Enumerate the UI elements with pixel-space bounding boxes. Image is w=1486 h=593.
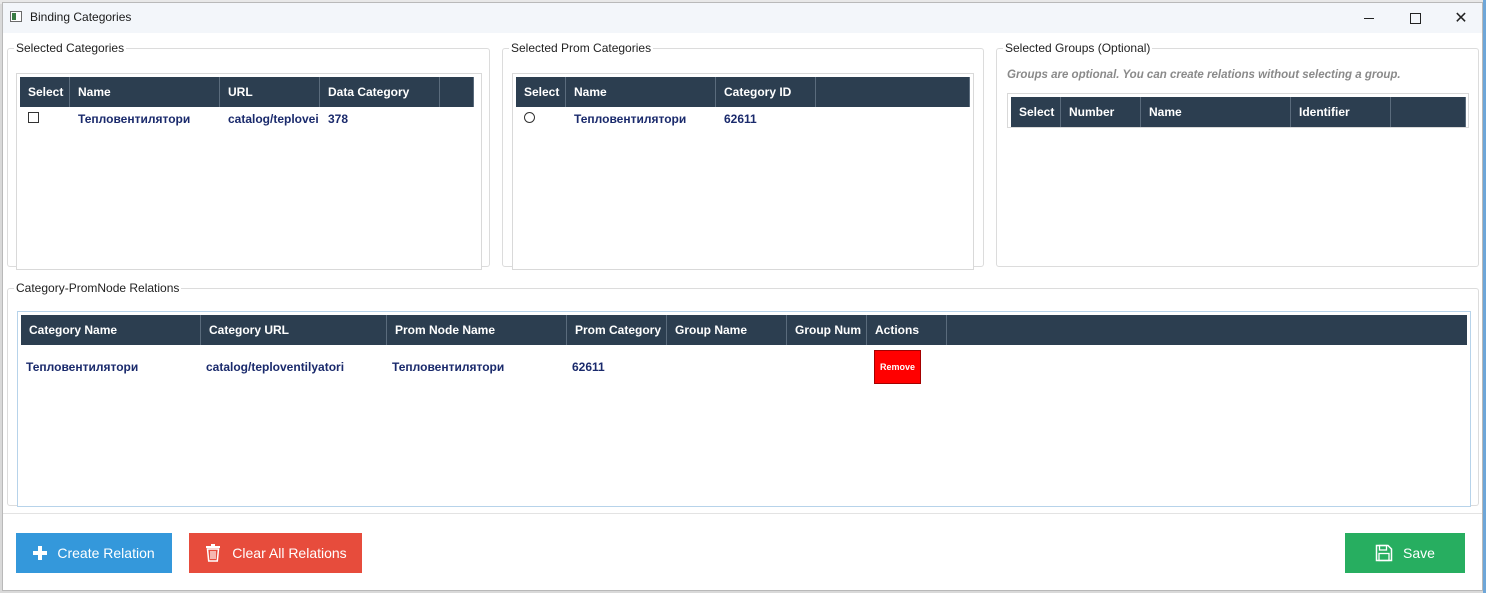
table-row[interactable]: Тепловентилятори catalog/teploventilyato… [18,349,944,385]
column-header-filler [947,315,1467,345]
footer-divider [3,513,1482,514]
selected-categories-legend: Selected Categories [16,41,125,55]
select-radio[interactable] [524,112,535,123]
column-header-category-name[interactable]: Category Name [21,315,201,345]
category-url-cell: catalog/teploventilyatori [206,360,345,374]
clear-all-relations-label: Clear All Relations [232,545,347,561]
clear-all-relations-button[interactable]: Clear All Relations [189,533,362,573]
remove-button[interactable]: Remove [874,350,921,384]
binding-categories-window: Binding Categories ✕ Selected Categories… [2,2,1483,591]
category-name-cell: Тепловентилятори [26,360,139,374]
title-bar: Binding Categories ✕ [3,3,1482,33]
column-header-filler [440,77,474,107]
url-cell: catalog/teplovei [228,112,319,126]
window-icon [10,11,22,22]
selected-groups-legend: Selected Groups (Optional) [1005,41,1151,55]
selected-categories-header: Select Name URL Data Category [20,77,474,107]
window-title: Binding Categories [30,10,132,24]
column-header-name[interactable]: Name [566,77,716,107]
select-cell [516,112,566,126]
select-checkbox[interactable] [28,112,39,123]
selected-groups-group: Selected Groups (Optional) Groups are op… [996,41,1479,267]
selected-prom-categories-group: Selected Prom Categories Select Name Cat… [502,41,984,270]
create-relation-label: Create Relation [57,545,155,561]
column-header-actions[interactable]: Actions [867,315,947,345]
maximize-button[interactable] [1392,3,1438,33]
name-cell: Тепловентилятори [78,112,191,126]
selected-categories-group: Selected Categories Select Name URL Data… [7,41,490,270]
category-id-cell: 62611 [724,112,757,126]
column-header-number[interactable]: Number [1061,97,1141,127]
groups-optional-hint: Groups are optional. You can create rela… [1007,69,1401,81]
column-header-filler [1391,97,1466,127]
column-header-identifier[interactable]: Identifier [1291,97,1391,127]
column-header-data-category[interactable]: Data Category [320,77,440,107]
column-header-prom-node-name[interactable]: Prom Node Name [387,315,567,345]
column-header-category-url[interactable]: Category URL [201,315,387,345]
minimize-button[interactable] [1346,3,1392,33]
column-header-select[interactable]: Select [1011,97,1061,127]
column-header-select[interactable]: Select [516,77,566,107]
relations-group: Category-PromNode Relations Category Nam… [7,281,1479,507]
save-label: Save [1403,545,1435,561]
prom-category-cell: 62611 [572,360,605,374]
relations-header: Category Name Category URL Prom Node Nam… [21,315,1467,345]
selected-prom-header: Select Name Category ID [516,77,970,107]
column-header-name[interactable]: Name [1141,97,1291,127]
selected-groups-grid: Select Number Name Identifier [1007,93,1469,128]
trash-icon [206,544,221,562]
floppy-disk-icon [1375,544,1393,562]
create-relation-button[interactable]: Create Relation [16,533,172,573]
actions-cell: Remove [864,350,944,384]
selected-groups-header: Select Number Name Identifier [1011,97,1466,127]
relations-legend: Category-PromNode Relations [16,281,180,295]
column-header-filler [816,77,970,107]
save-button[interactable]: Save [1345,533,1465,573]
column-header-prom-category[interactable]: Prom Category [567,315,667,345]
column-header-category-id[interactable]: Category ID [716,77,816,107]
selected-prom-categories-legend: Selected Prom Categories [511,41,652,55]
selected-categories-grid: Select Name URL Data Category Тепловенти… [16,73,482,270]
table-row[interactable]: Тепловентилятори catalog/teplovei 378 [20,108,440,130]
column-header-url[interactable]: URL [220,77,320,107]
name-cell: Тепловентилятори [574,112,687,126]
minimize-icon [1364,17,1374,19]
selected-prom-categories-grid: Select Name Category ID Тепловентилятори… [512,73,974,270]
maximize-icon [1409,12,1421,24]
data-category-cell: 378 [328,112,349,126]
table-row[interactable]: Тепловентилятори 62611 [516,108,816,130]
column-header-group-num[interactable]: Group Num [787,315,867,345]
close-button[interactable]: ✕ [1438,3,1484,33]
relations-grid: Category Name Category URL Prom Node Nam… [17,311,1471,507]
select-cell [20,112,70,126]
column-header-select[interactable]: Select [20,77,70,107]
column-header-name[interactable]: Name [70,77,220,107]
prom-node-name-cell: Тепловентилятори [392,360,505,374]
column-header-group-name[interactable]: Group Name [667,315,787,345]
close-icon: ✕ [1454,10,1468,27]
plus-icon [33,546,48,560]
